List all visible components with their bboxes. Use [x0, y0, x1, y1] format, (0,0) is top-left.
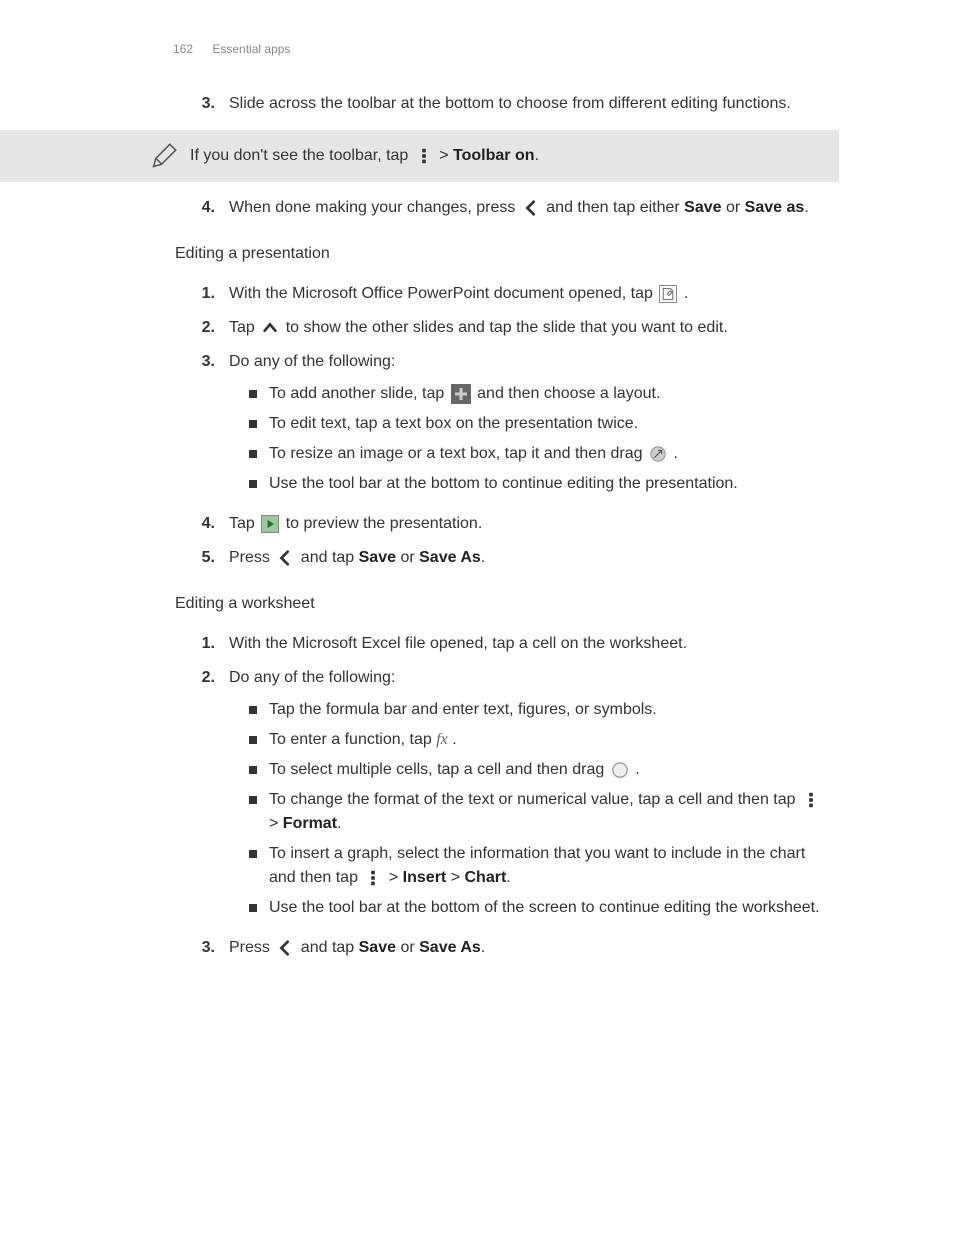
step-4: 4. When done making your changes, press … — [195, 196, 829, 220]
worksheet-steps: 1. With the Microsoft Excel file opened,… — [195, 632, 829, 960]
tip-text: If you don't see the toolbar, tap > Tool… — [190, 144, 539, 168]
pres-step-1: 1. With the Microsoft Office PowerPoint … — [195, 282, 829, 306]
overflow-icon — [802, 791, 820, 809]
edit-doc-icon — [659, 285, 677, 303]
plus-icon — [451, 384, 471, 404]
resize-handle-icon — [649, 445, 667, 463]
ws-step-2: 2. Do any of the following: Tap the form… — [195, 666, 829, 926]
step-marker: 4. — [195, 196, 215, 220]
page-header: 162 Essential apps — [173, 40, 839, 58]
ws-step-3: 3. Press and tap Save or Save As. — [195, 936, 829, 960]
section-title: Essential apps — [212, 42, 290, 56]
presentation-steps: 1. With the Microsoft Office PowerPoint … — [195, 282, 829, 570]
pencil-icon — [150, 142, 178, 170]
heading-presentation: Editing a presentation — [175, 242, 839, 266]
toolbar-steps-cont: 4. When done making your changes, press … — [195, 196, 829, 220]
pres-sub-d: Use the tool bar at the bottom to contin… — [229, 472, 829, 496]
ws-sub-e: To insert a graph, select the informatio… — [229, 842, 829, 890]
tip-callout: If you don't see the toolbar, tap > Tool… — [0, 130, 839, 182]
ws-step-1: 1. With the Microsoft Excel file opened,… — [195, 632, 829, 656]
back-icon — [276, 549, 294, 567]
heading-worksheet: Editing a worksheet — [175, 592, 839, 616]
pres-step-2: 2. Tap to show the other slides and tap … — [195, 316, 829, 340]
play-icon — [261, 515, 279, 533]
pres-sub-a: To add another slide, tap and then choos… — [229, 382, 829, 406]
page-number: 162 — [173, 42, 193, 56]
chevron-up-icon — [261, 319, 279, 337]
ws-sub-b: To enter a function, tap fx . — [229, 728, 829, 752]
pres-sub-c: To resize an image or a text box, tap it… — [229, 442, 829, 466]
page-content: 162 Essential apps 3. Slide across the t… — [0, 0, 954, 1010]
back-icon — [276, 939, 294, 957]
step-text: When done making your changes, press and… — [229, 196, 829, 220]
overflow-icon — [415, 147, 433, 165]
ws-sub-a: Tap the formula bar and enter text, figu… — [229, 698, 829, 722]
ws-sub-c: To select multiple cells, tap a cell and… — [229, 758, 829, 782]
toolbar-steps: 3. Slide across the toolbar at the botto… — [195, 92, 829, 116]
back-icon — [522, 199, 540, 217]
overflow-icon — [364, 869, 382, 887]
step-text: Slide across the toolbar at the bottom t… — [229, 92, 829, 116]
ws-sub-d: To change the format of the text or nume… — [229, 788, 829, 836]
pres-step-3: 3. Do any of the following: To add anoth… — [195, 350, 829, 502]
pres-sub-b: To edit text, tap a text box on the pres… — [229, 412, 829, 436]
fx-icon: fx — [436, 731, 448, 748]
ws-sub-f: Use the tool bar at the bottom of the sc… — [229, 896, 829, 920]
pres-step-4: 4. Tap to preview the presentation. — [195, 512, 829, 536]
drag-handle-icon — [611, 761, 629, 779]
step-marker: 3. — [195, 92, 215, 116]
pres-step-5: 5. Press and tap Save or Save As. — [195, 546, 829, 570]
step-3: 3. Slide across the toolbar at the botto… — [195, 92, 829, 116]
